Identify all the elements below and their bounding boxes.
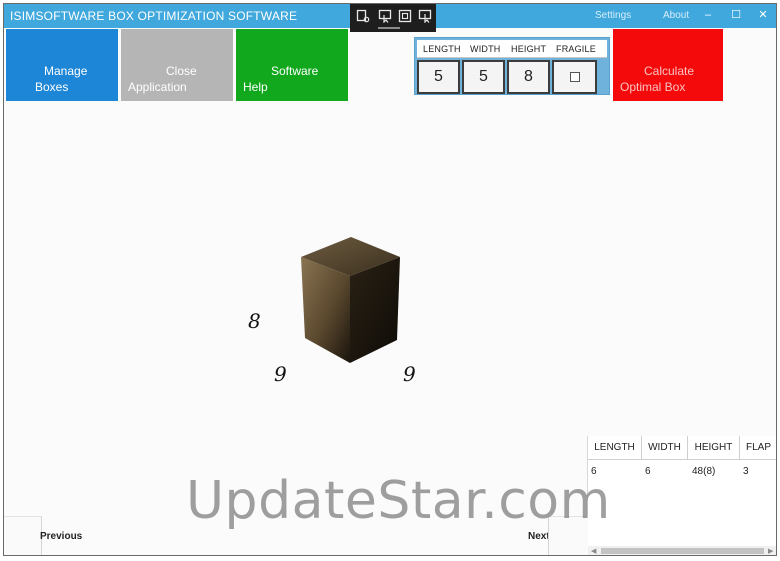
- results-header-flap[interactable]: FLAP: [740, 436, 776, 460]
- scroll-left-arrow-icon[interactable]: ◀: [591, 547, 596, 555]
- box-height-label: 8: [248, 309, 261, 333]
- next-button[interactable]: Next: [528, 531, 550, 542]
- scrollbar-thumb[interactable]: [601, 548, 764, 554]
- previous-button[interactable]: Previous: [40, 531, 82, 542]
- box-preview-3d: [301, 237, 400, 363]
- result-flap-cell: 3: [743, 466, 749, 477]
- box-length-label: 9: [274, 362, 287, 386]
- results-horizontal-scrollbar[interactable]: ◀ ▶: [588, 546, 776, 555]
- results-header-width[interactable]: WIDTH: [642, 436, 688, 460]
- box-width-label: 9: [403, 362, 416, 386]
- result-width-cell: 6: [645, 466, 651, 477]
- watermark-text: UpdateStar.com: [186, 471, 611, 531]
- results-header-height[interactable]: HEIGHT: [688, 436, 740, 460]
- previous-panel-edge: [4, 516, 42, 555]
- results-table: LENGTH WIDTH HEIGHT FLAP 6 6 48(8) 3 ◀ ▶: [587, 436, 776, 555]
- results-header-length[interactable]: LENGTH: [588, 436, 642, 460]
- result-height-cell: 48(8): [692, 466, 716, 477]
- app-window: ISIMSOFTWARE BOX OPTIMIZATION SOFTWARE S…: [3, 3, 777, 556]
- results-header-row: LENGTH WIDTH HEIGHT FLAP: [588, 436, 776, 460]
- scroll-right-arrow-icon[interactable]: ▶: [768, 547, 773, 555]
